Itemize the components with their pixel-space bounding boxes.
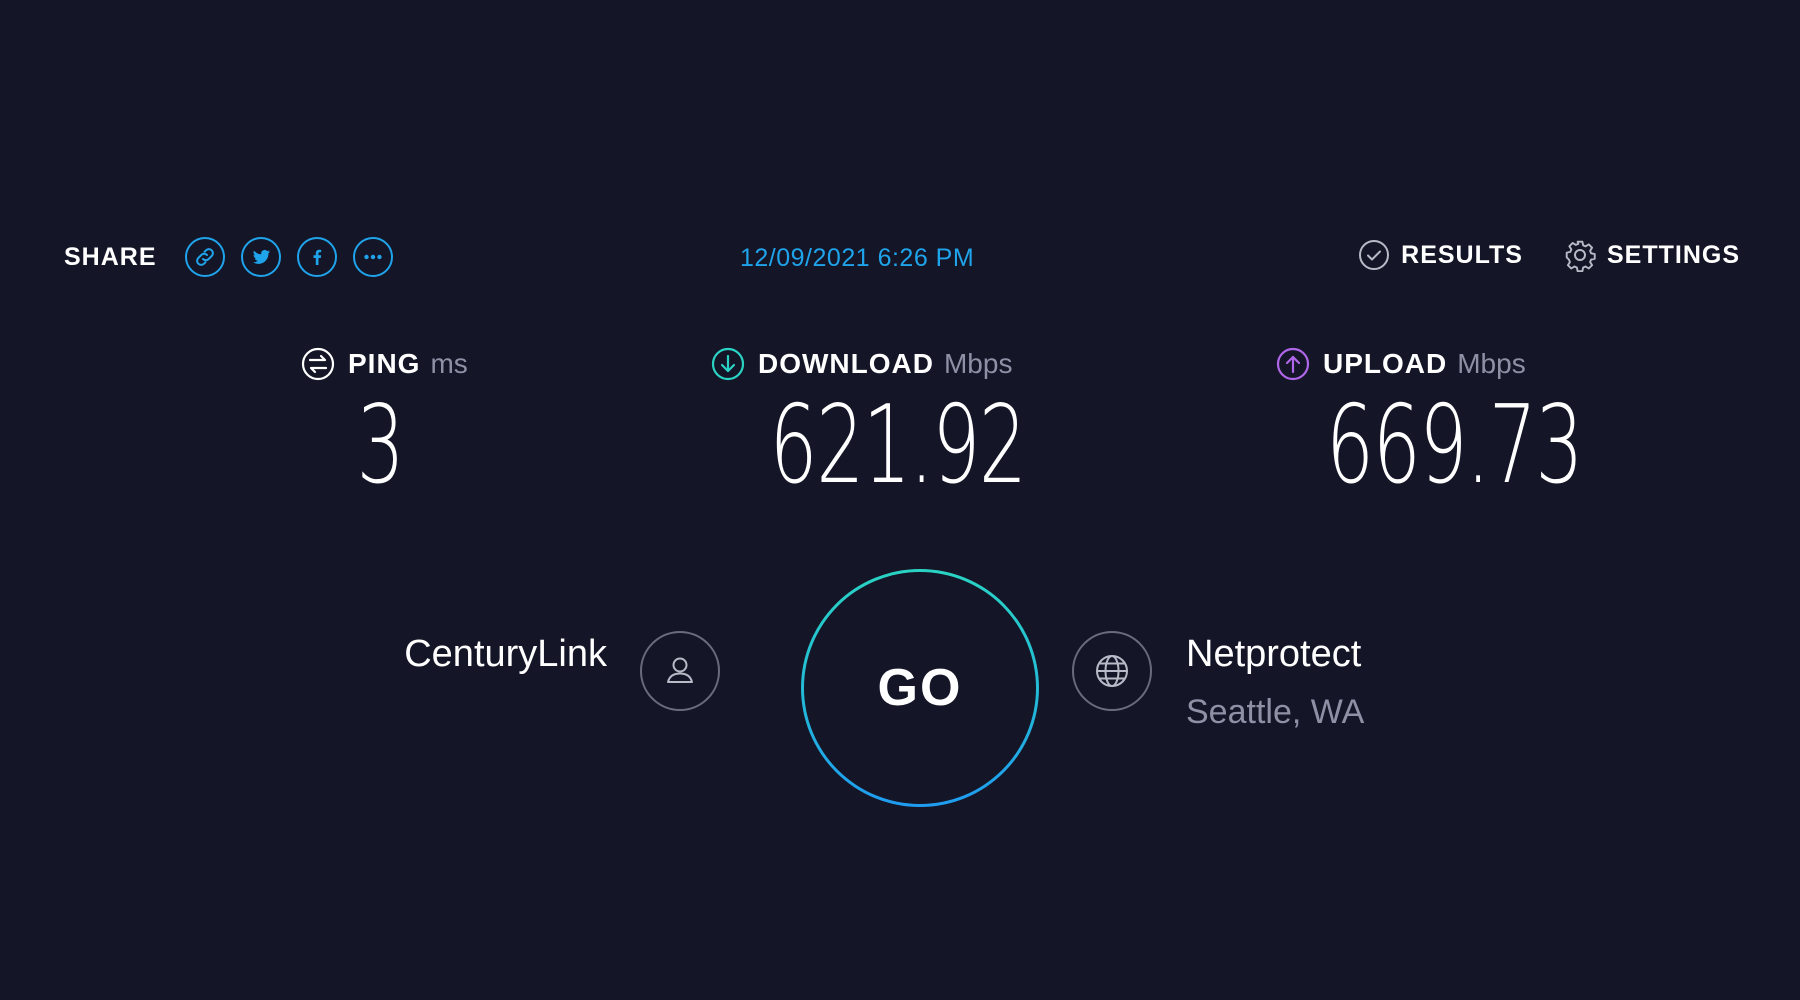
server-globe-button[interactable] [1072, 631, 1152, 711]
user-icon [667, 657, 693, 683]
isp-name[interactable]: CenturyLink [404, 633, 607, 676]
top-nav: RESULTS SETTINGS [1317, 238, 1740, 272]
gear-icon [1565, 240, 1596, 272]
share-bar: SHARE [64, 233, 393, 281]
go-label: GO [877, 659, 963, 717]
go-button-inner: GO [804, 572, 1036, 804]
upload-label: UPLOAD [1323, 348, 1448, 379]
ping-value: 3 [356, 383, 405, 508]
go-button[interactable]: GO [801, 569, 1039, 807]
twitter-icon [252, 249, 270, 264]
test-timestamp: 12/09/2021 6:26 PM [740, 244, 975, 272]
download-metric: DOWNLOAD Mbps 621.92 [710, 344, 1070, 500]
download-header: DOWNLOAD Mbps [710, 344, 1070, 384]
download-label: DOWNLOAD [758, 348, 934, 379]
upload-metric: UPLOAD Mbps 669.73 [1275, 344, 1584, 500]
results-button[interactable]: RESULTS [1357, 238, 1523, 272]
share-facebook-button[interactable] [296, 237, 337, 277]
share-link-button[interactable] [184, 237, 225, 277]
download-value: 621.92 [769, 383, 1028, 508]
server-name[interactable]: Netprotect [1186, 633, 1361, 676]
download-icon [711, 347, 745, 381]
settings-label: SETTINGS [1606, 240, 1740, 269]
results-label: RESULTS [1401, 240, 1523, 269]
share-twitter-button[interactable] [240, 237, 281, 277]
ping-icon [301, 347, 335, 381]
upload-value: 669.73 [1326, 383, 1584, 508]
download-unit: Mbps [943, 348, 1013, 379]
ping-unit: ms [430, 348, 468, 379]
check-circle-icon [1359, 240, 1390, 270]
ping-header: PING ms [300, 344, 500, 384]
server-location[interactable]: Seattle, WA [1186, 693, 1364, 732]
ping-metric: PING ms 3 [300, 344, 500, 500]
link-icon [195, 248, 214, 266]
facebook-icon [313, 249, 321, 265]
isp-user-button[interactable] [640, 631, 720, 711]
ping-label: PING [348, 348, 421, 379]
share-more-button[interactable] [352, 237, 393, 277]
upload-icon [1276, 347, 1310, 381]
upload-unit: Mbps [1457, 348, 1526, 379]
globe-icon [1096, 655, 1128, 687]
share-label: SHARE [64, 242, 157, 271]
more-icon [363, 254, 382, 260]
settings-button[interactable]: SETTINGS [1563, 238, 1740, 272]
upload-header: UPLOAD Mbps [1275, 344, 1575, 384]
